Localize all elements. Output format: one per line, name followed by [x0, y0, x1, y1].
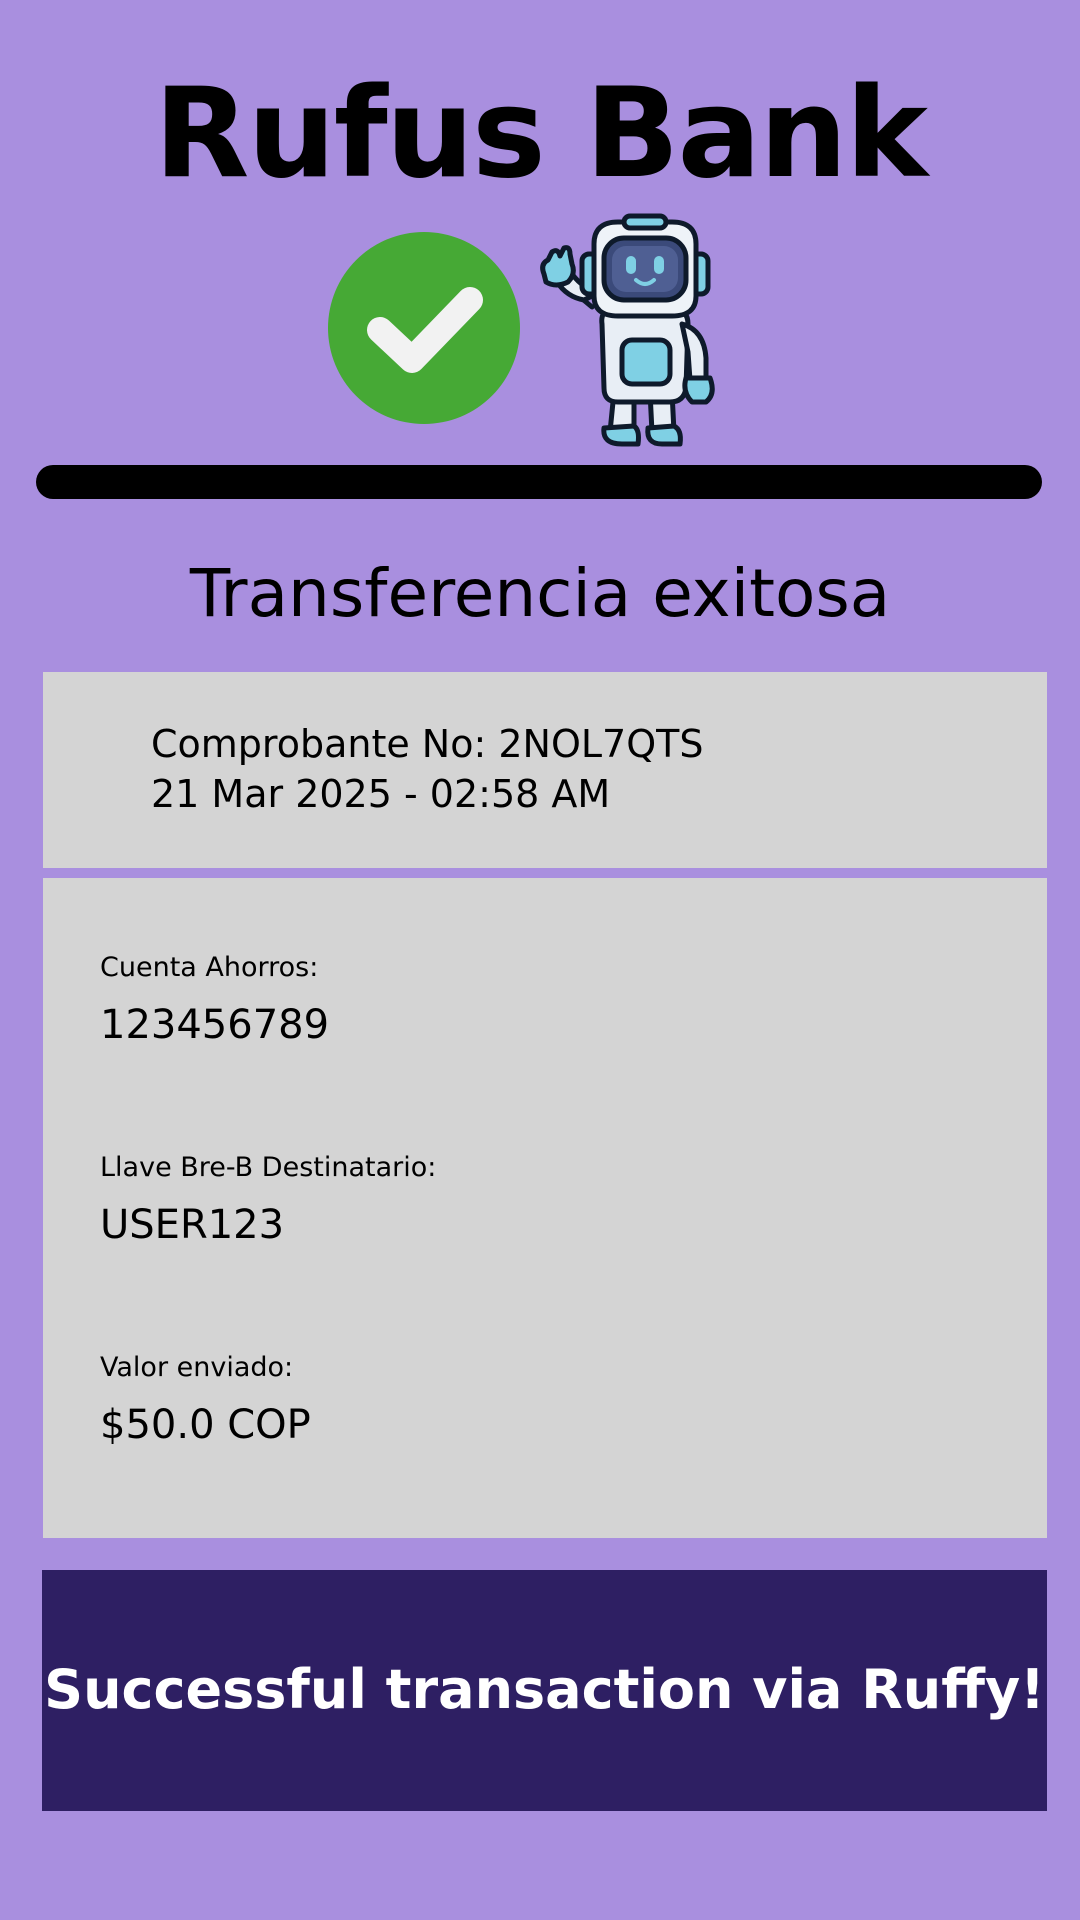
recipient-key-label: Llave Bre-B Destinatario:	[100, 1152, 437, 1183]
receipt-datetime: 21 Mar 2025 - 02:58 AM	[151, 772, 611, 816]
amount-label: Valor enviado:	[100, 1352, 294, 1383]
divider	[36, 465, 1042, 499]
brand-title: Rufus Bank	[154, 62, 928, 206]
check-circle-icon	[328, 232, 520, 424]
receipt-number: Comprobante No: 2NOL7QTS	[151, 722, 704, 766]
recipient-key-value: USER123	[100, 1202, 285, 1248]
account-value: 123456789	[100, 1002, 330, 1048]
status-title: Transferencia exitosa	[189, 555, 891, 632]
receipt-screen: Rufus Bank Transferencia exitosa Comprob…	[0, 0, 1080, 1920]
robot-astronaut-icon	[522, 212, 758, 448]
account-label: Cuenta Ahorros:	[100, 952, 319, 983]
amount-value: $50.0 COP	[100, 1402, 311, 1448]
success-banner: Successful transaction via Ruffy!	[42, 1570, 1047, 1811]
receipt-card: Comprobante No: 2NOL7QTS 21 Mar 2025 - 0…	[43, 672, 1047, 868]
banner-text: Successful transaction via Ruffy!	[44, 1658, 1045, 1721]
details-card: Cuenta Ahorros: 123456789 Llave Bre-B De…	[43, 878, 1047, 1538]
